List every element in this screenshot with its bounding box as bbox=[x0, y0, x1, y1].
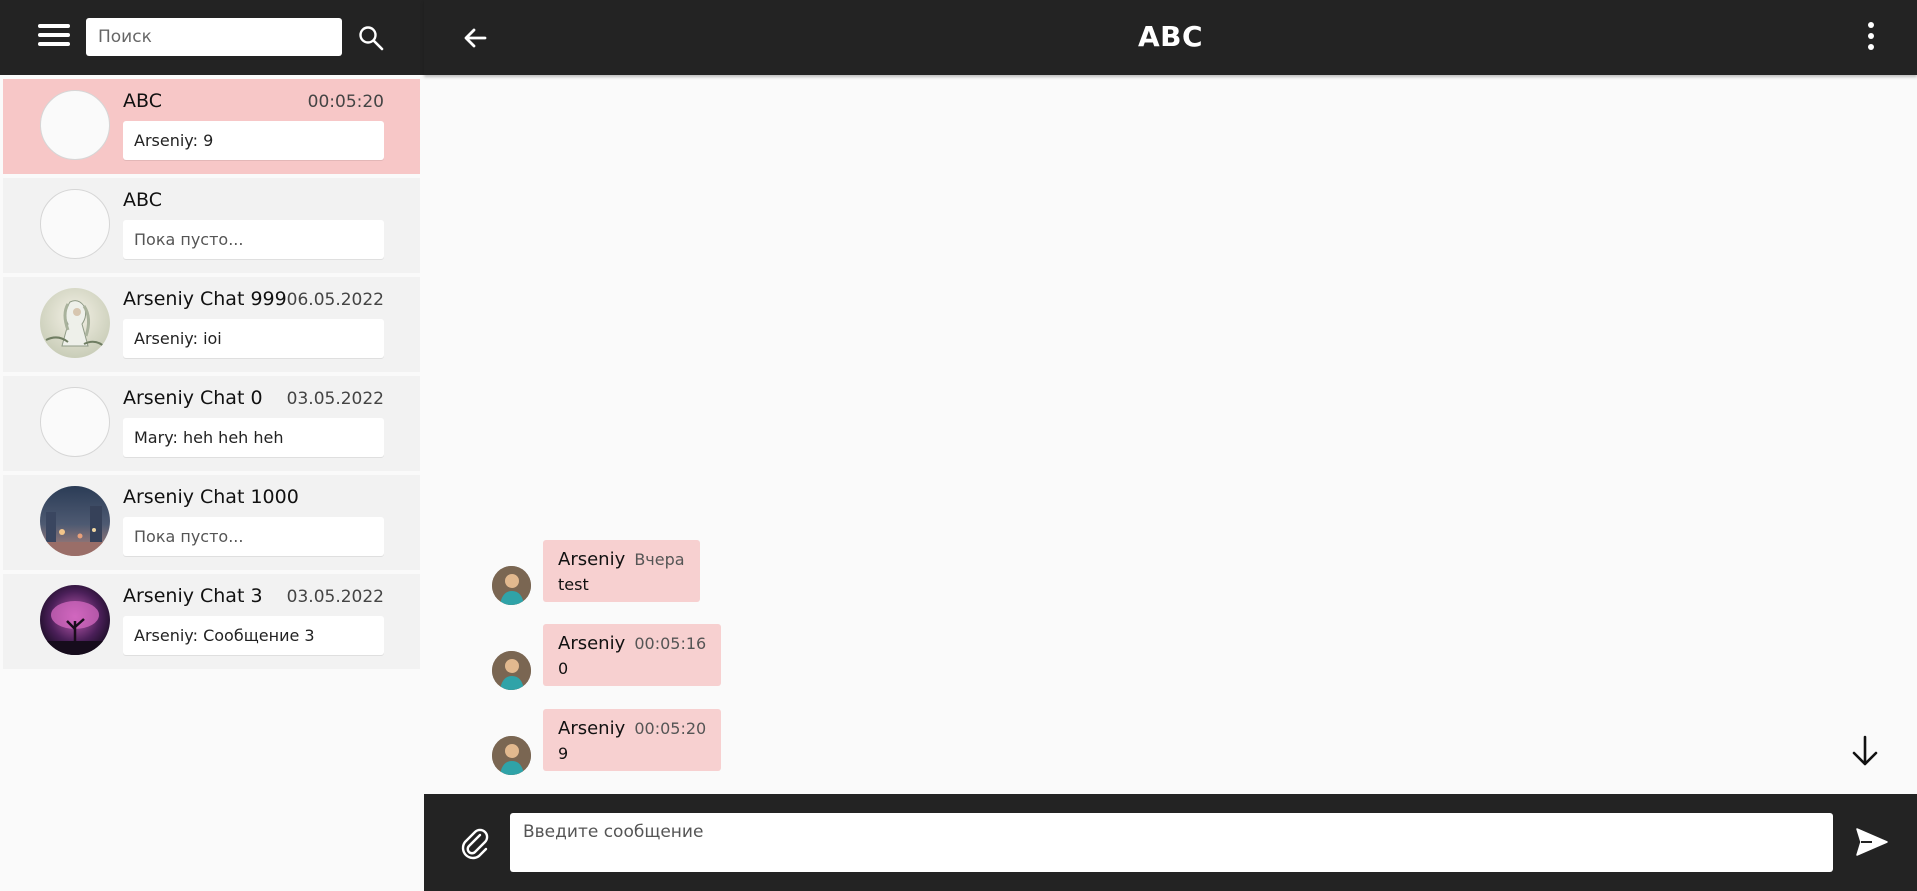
message-text: 9 bbox=[558, 744, 569, 763]
chat-list: ABC 00:05:20 Arseniy: 9 ABC Пока пусто..… bbox=[3, 79, 420, 673]
chat-list-item[interactable]: ABC Пока пусто... bbox=[3, 178, 420, 273]
search-icon[interactable] bbox=[357, 24, 385, 52]
send-icon[interactable] bbox=[1854, 824, 1890, 860]
paperclip-icon[interactable] bbox=[458, 826, 492, 860]
message-list: Arseniy Вчера test Arseniy 00:05:16 0 Ar… bbox=[424, 75, 1917, 792]
more-vertical-icon[interactable] bbox=[1861, 22, 1881, 54]
chat-last-message: Mary: heh heh heh bbox=[123, 418, 384, 457]
message-author: Arseniy bbox=[558, 549, 626, 570]
chat-list-item[interactable]: ABC 00:05:20 Arseniy: 9 bbox=[3, 79, 420, 174]
chat-last-message: Arseniy: ioi bbox=[123, 319, 384, 358]
message-text: 0 bbox=[558, 659, 569, 678]
chat-title: Arseniy Chat 999 bbox=[123, 288, 287, 310]
chat-title: Arseniy Chat 1000 bbox=[123, 486, 299, 508]
search-input[interactable] bbox=[86, 18, 342, 56]
chat-avatar bbox=[40, 189, 110, 259]
chat-title: Arseniy Chat 0 bbox=[123, 387, 263, 409]
message-avatar bbox=[492, 566, 531, 605]
chat-time: 00:05:20 bbox=[307, 92, 384, 112]
message-bubble: Arseniy 00:05:20 9 bbox=[543, 709, 722, 771]
message-author: Arseniy bbox=[558, 633, 626, 654]
chat-last-message: Arseniy: Сообщение 3 bbox=[123, 616, 384, 655]
chat-title: Arseniy Chat 3 bbox=[123, 585, 263, 607]
chat-avatar bbox=[40, 486, 110, 556]
message-avatar bbox=[492, 736, 531, 775]
chat-avatar bbox=[40, 387, 110, 457]
chat-list-item[interactable]: Arseniy Chat 999 06.05.2022 Arseniy: ioi bbox=[3, 277, 420, 372]
chat-title: ABC bbox=[123, 90, 162, 112]
chat-last-message: Arseniy: 9 bbox=[123, 121, 384, 160]
message-bubble: Arseniy Вчера test bbox=[543, 540, 700, 602]
chat-time: 06.05.2022 bbox=[286, 290, 384, 310]
chat-title-header: ABC bbox=[1137, 20, 1204, 53]
message-author: Arseniy bbox=[558, 718, 626, 739]
message-input[interactable] bbox=[510, 813, 1833, 872]
chat-avatar bbox=[40, 585, 110, 655]
message-bubble: Arseniy 00:05:16 0 bbox=[543, 624, 722, 686]
chat-time: 03.05.2022 bbox=[286, 587, 384, 607]
sidebar-header bbox=[0, 0, 424, 75]
message-time: Вчера bbox=[634, 550, 685, 569]
message-avatar bbox=[492, 651, 531, 690]
chat-time: 03.05.2022 bbox=[286, 389, 384, 409]
chat-header: ABC bbox=[424, 0, 1917, 75]
message-time: 00:05:16 bbox=[634, 634, 707, 653]
message-text: test bbox=[558, 575, 589, 594]
arrow-down-icon[interactable] bbox=[1849, 733, 1881, 769]
message-time: 00:05:20 bbox=[634, 719, 707, 738]
chat-avatar bbox=[40, 90, 110, 160]
chat-panel: ABC Arseniy Вчера test Arseniy 00:05:16 … bbox=[424, 0, 1917, 891]
chat-last-message: Пока пусто... bbox=[123, 220, 384, 259]
message-composer bbox=[424, 794, 1917, 891]
hamburger-icon[interactable] bbox=[38, 24, 70, 50]
chat-list-item[interactable]: Arseniy Chat 3 03.05.2022 Arseniy: Сообщ… bbox=[3, 574, 420, 669]
chat-last-message: Пока пусто... bbox=[123, 517, 384, 556]
chat-list-item[interactable]: Arseniy Chat 1000 Пока пусто... bbox=[3, 475, 420, 570]
messenger-app: ABC 00:05:20 Arseniy: 9 ABC Пока пусто..… bbox=[0, 0, 1917, 891]
chat-avatar bbox=[40, 288, 110, 358]
chat-list-item[interactable]: Arseniy Chat 0 03.05.2022 Mary: heh heh … bbox=[3, 376, 420, 471]
chat-sidebar: ABC 00:05:20 Arseniy: 9 ABC Пока пусто..… bbox=[0, 0, 424, 891]
chat-title: ABC bbox=[123, 189, 162, 211]
